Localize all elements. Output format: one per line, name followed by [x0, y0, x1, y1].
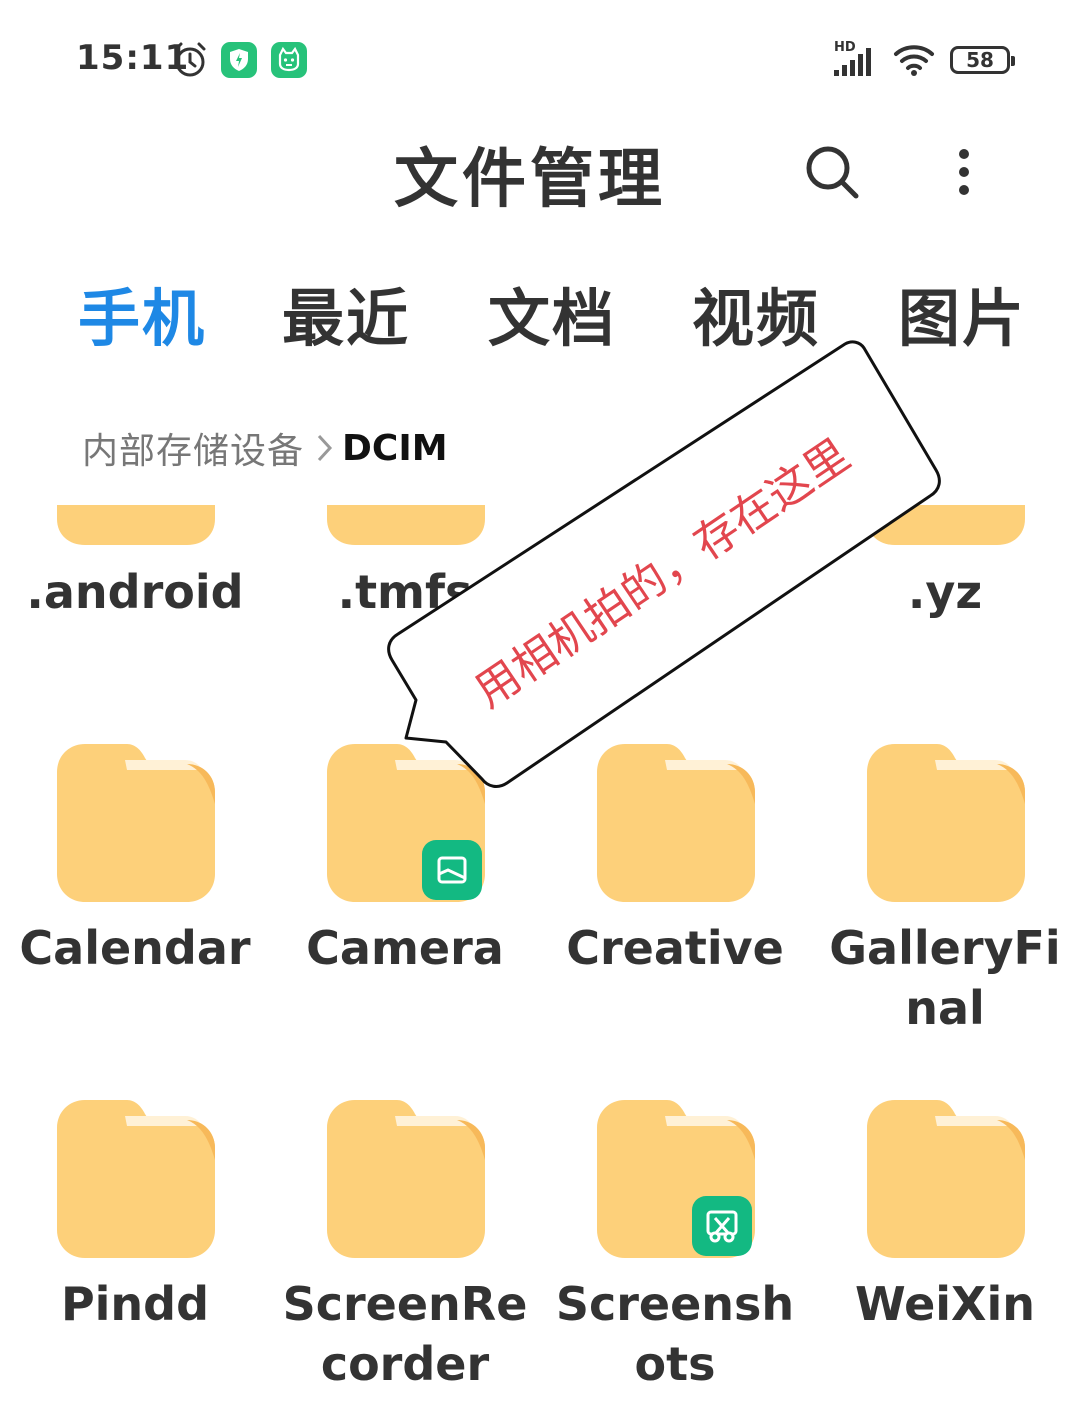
- breadcrumb: 内部存储设备 DCIM: [82, 422, 448, 474]
- breadcrumb-root[interactable]: 内部存储设备: [82, 422, 304, 474]
- folder-icon[interactable]: [867, 744, 1025, 902]
- folder-name-line: nal: [905, 981, 985, 1035]
- folder-name-galleryfinal[interactable]: GalleryFi nal: [810, 918, 1080, 1038]
- alarm-icon: [174, 42, 206, 77]
- folder-name-pindd[interactable]: Pindd: [0, 1274, 270, 1334]
- folder-name-android[interactable]: .android: [0, 562, 270, 622]
- folder-name-line: corder: [320, 1337, 490, 1391]
- shield-app-icon: [221, 42, 257, 78]
- folder-name-tmfs[interactable]: .tmfs: [270, 562, 540, 622]
- tab-videos[interactable]: 视频: [692, 268, 820, 348]
- more-options-icon[interactable]: [940, 140, 988, 204]
- folder-icon[interactable]: [57, 744, 215, 902]
- cellular-signal-icon: HD: [832, 40, 878, 80]
- folder-name-screenrecorder[interactable]: ScreenRe corder: [270, 1274, 540, 1394]
- breadcrumb-current: DCIM: [342, 427, 448, 469]
- folder-name-line: ScreenRe: [282, 1277, 528, 1331]
- gallery-icon: [422, 840, 482, 900]
- folder-icon: [57, 505, 215, 545]
- folder-icon[interactable]: [327, 1100, 485, 1258]
- tab-documents[interactable]: 文档: [488, 268, 616, 348]
- folder-name-line: GalleryFi: [829, 921, 1061, 975]
- folder-name-line: Screensh: [555, 1277, 795, 1331]
- folder-icon[interactable]: [57, 1100, 215, 1258]
- folder-name-camera[interactable]: Camera: [270, 918, 540, 978]
- category-tabs: 手机 最近 文档 视频 图片: [0, 268, 1080, 348]
- wifi-icon: [894, 45, 934, 76]
- status-right: HD 58: [832, 38, 1015, 82]
- folder-icon: [867, 505, 1025, 545]
- tab-phone[interactable]: 手机: [78, 268, 206, 348]
- battery-indicator: 58: [950, 46, 1015, 74]
- folder-name-creative[interactable]: Creative: [540, 918, 810, 978]
- status-bar: 15:11 HD 58: [0, 0, 1080, 110]
- scissors-icon: [692, 1196, 752, 1256]
- folder-icon[interactable]: [597, 744, 755, 902]
- search-icon[interactable]: [800, 140, 864, 204]
- tab-recent[interactable]: 最近: [282, 268, 410, 348]
- cat-app-icon: [271, 42, 307, 78]
- folder-name-calendar[interactable]: Calendar: [0, 918, 270, 978]
- folder-name-screenshots[interactable]: Screensh ots: [540, 1274, 810, 1394]
- page-title: 文件管理: [394, 143, 666, 217]
- folder-name-line: ots: [634, 1337, 716, 1391]
- tab-images[interactable]: 图片: [898, 268, 1026, 348]
- folder-icon: [327, 505, 485, 545]
- folder-icon[interactable]: [867, 1100, 1025, 1258]
- chevron-right-icon: [317, 434, 333, 462]
- folder-name-weixin[interactable]: WeiXin: [810, 1274, 1080, 1334]
- folder-name-yz[interactable]: .yz: [810, 562, 1080, 622]
